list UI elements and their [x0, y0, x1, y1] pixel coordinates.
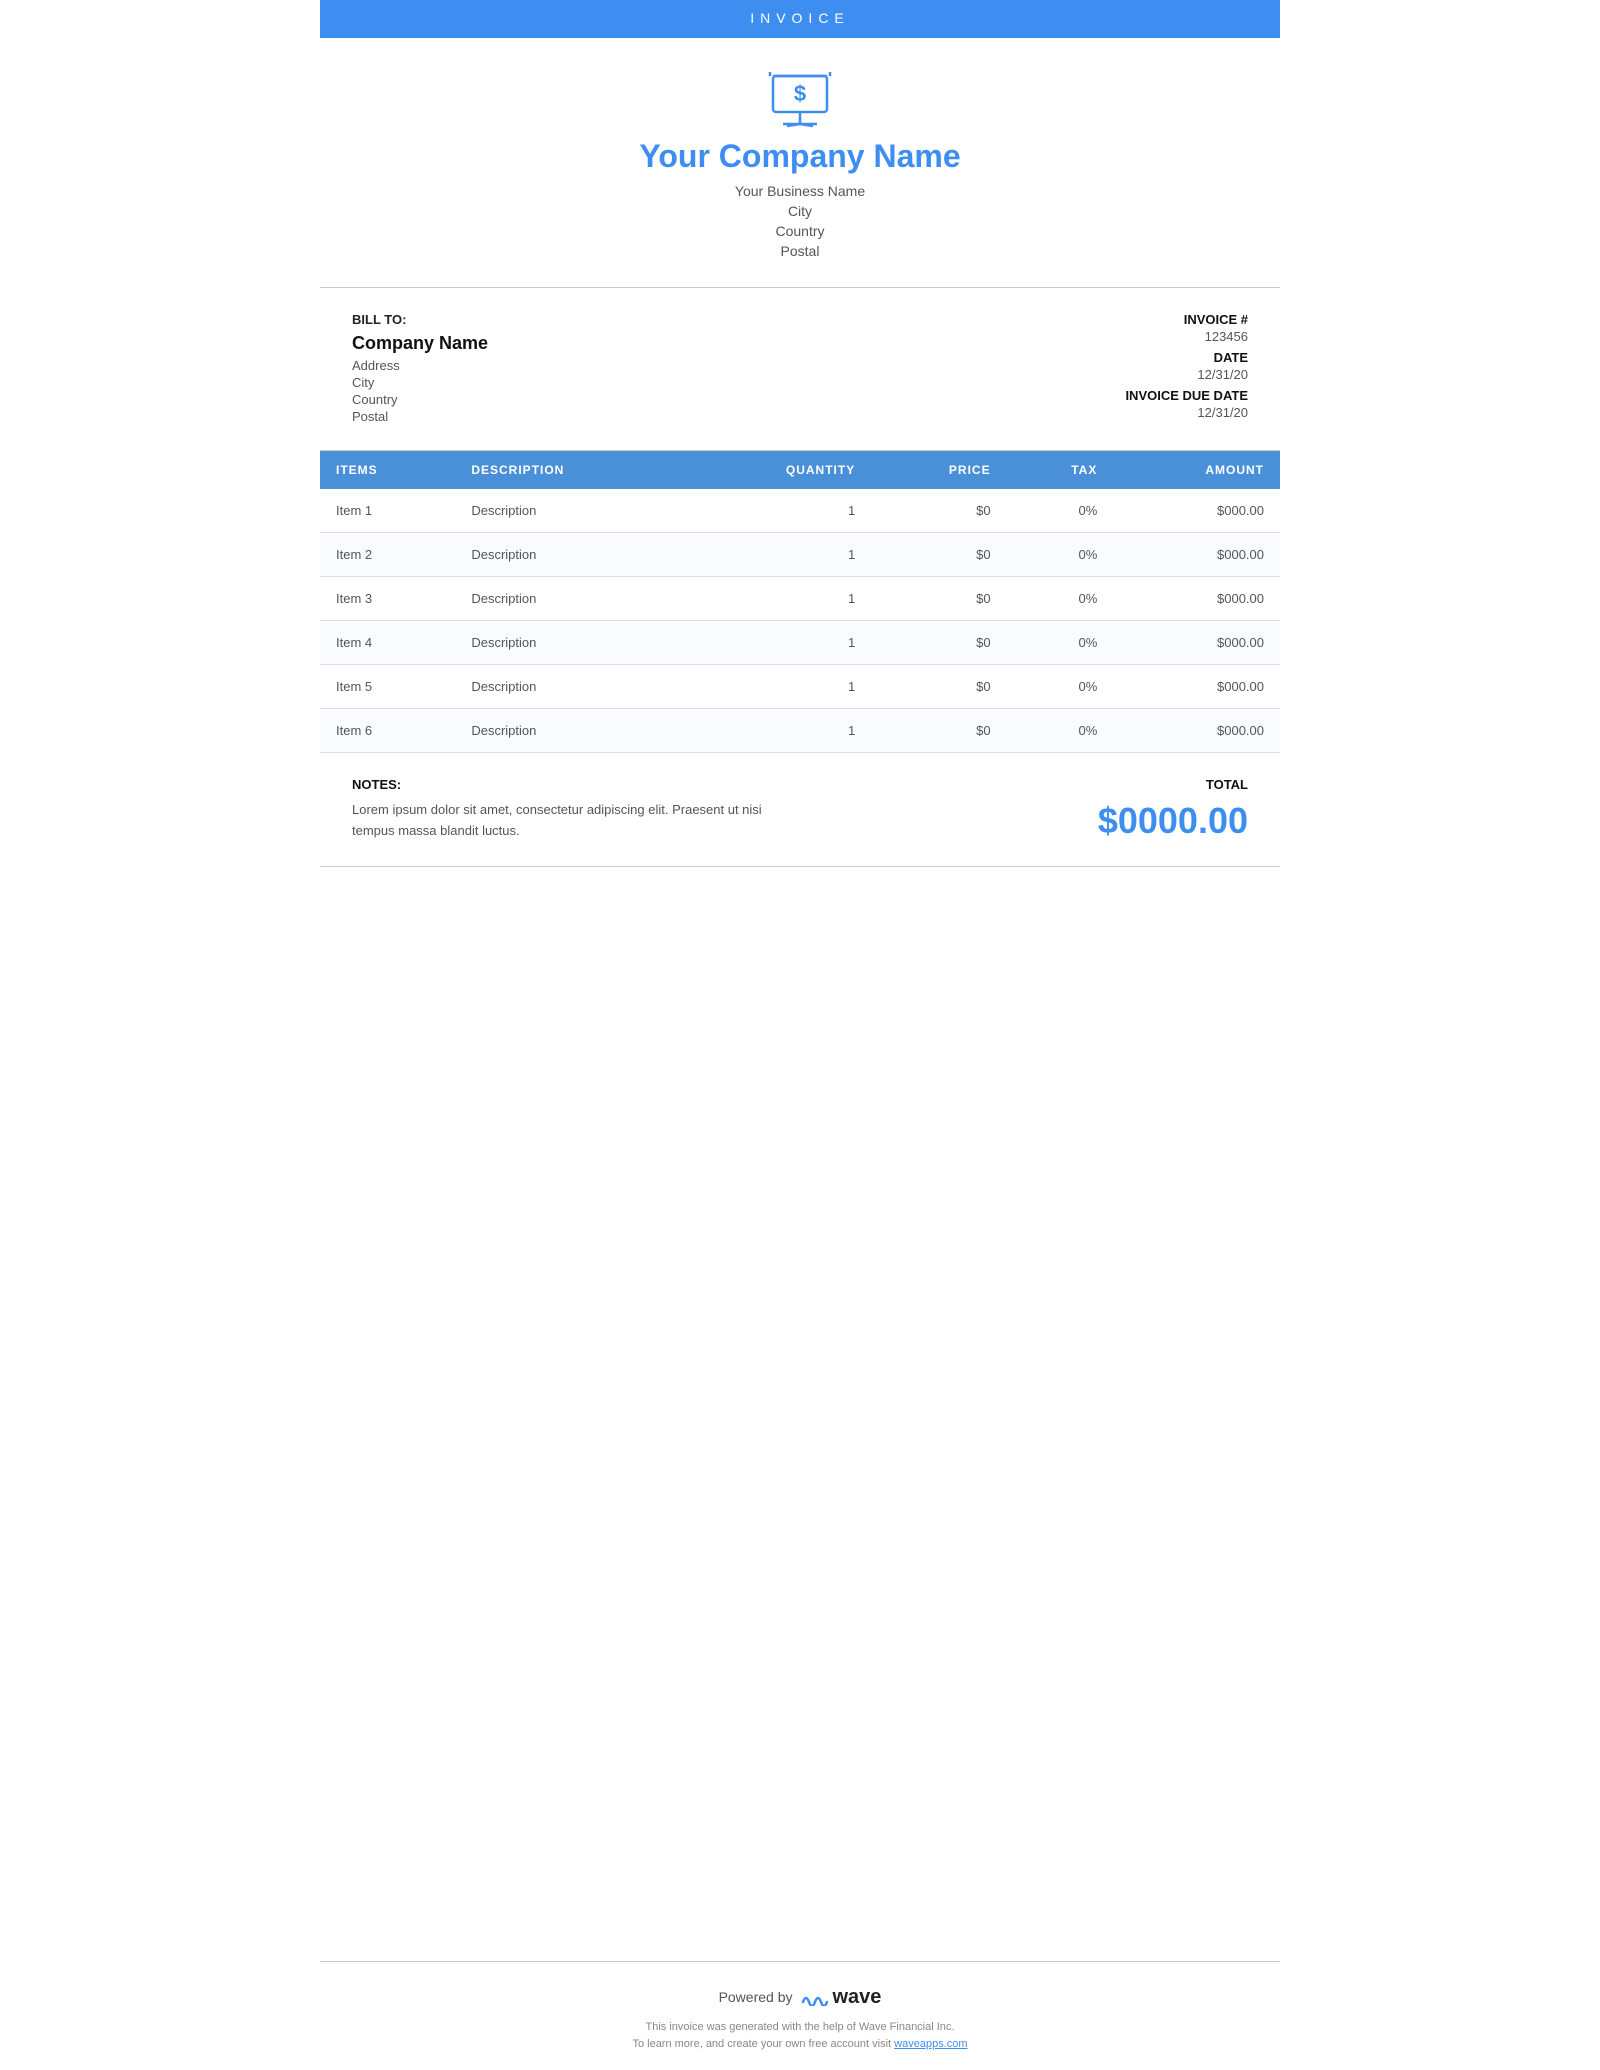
cell-amount: $000.00	[1113, 577, 1280, 621]
table-row: Item 5 Description 1 $0 0% $000.00	[320, 665, 1280, 709]
footer-small-text: This invoice was generated with the help…	[632, 2019, 967, 2054]
col-items: ITEMS	[320, 451, 455, 489]
col-tax: TAX	[1007, 451, 1114, 489]
cell-item: Item 6	[320, 709, 455, 753]
invoice-info-column: INVOICE # 123456 DATE 12/31/20 INVOICE D…	[1048, 312, 1248, 426]
wave-logo: wave	[801, 1986, 882, 2009]
items-table: ITEMS DESCRIPTION QUANTITY PRICE TAX AMO…	[320, 451, 1280, 753]
cell-description: Description	[455, 665, 685, 709]
cell-description: Description	[455, 621, 685, 665]
cell-quantity: 1	[685, 489, 871, 533]
notes-total-section: NOTES: Lorem ipsum dolor sit amet, conse…	[320, 753, 1280, 867]
invoice-num: 123456	[1048, 329, 1248, 344]
cell-quantity: 1	[685, 621, 871, 665]
cell-price: $0	[871, 489, 1006, 533]
cell-item: Item 5	[320, 665, 455, 709]
company-name: Your Company Name	[639, 138, 960, 175]
table-row: Item 4 Description 1 $0 0% $000.00	[320, 621, 1280, 665]
cell-price: $0	[871, 709, 1006, 753]
cell-amount: $000.00	[1113, 621, 1280, 665]
cell-description: Description	[455, 489, 685, 533]
company-logo-icon: $	[765, 68, 835, 128]
col-quantity: QUANTITY	[685, 451, 871, 489]
cell-description: Description	[455, 533, 685, 577]
business-name: Your Business Name	[735, 183, 865, 199]
cell-amount: $000.00	[1113, 665, 1280, 709]
cell-tax: 0%	[1007, 621, 1114, 665]
invoice-due-date: 12/31/20	[1048, 405, 1248, 420]
company-postal: Postal	[781, 243, 820, 259]
bill-to-column: BILL TO: Company Name Address City Count…	[352, 312, 1048, 426]
invoice-label: INVOICE	[750, 10, 850, 26]
cell-item: Item 4	[320, 621, 455, 665]
cell-tax: 0%	[1007, 577, 1114, 621]
client-country: Country	[352, 392, 1048, 407]
client-address: Address	[352, 358, 1048, 373]
cell-quantity: 1	[685, 533, 871, 577]
bill-to-label: BILL TO:	[352, 312, 1048, 327]
company-header: $ Your Company Name Your Business Name C…	[320, 38, 1280, 288]
cell-item: Item 2	[320, 533, 455, 577]
cell-quantity: 1	[685, 577, 871, 621]
cell-price: $0	[871, 665, 1006, 709]
total-column: TOTAL $0000.00	[1048, 777, 1248, 842]
cell-amount: $000.00	[1113, 533, 1280, 577]
footer-text1: This invoice was generated with the help…	[646, 2021, 955, 2033]
wave-logo-icon	[801, 1988, 829, 2006]
due-date-label: INVOICE DUE DATE	[1048, 388, 1248, 403]
cell-amount: $000.00	[1113, 489, 1280, 533]
cell-quantity: 1	[685, 665, 871, 709]
client-postal: Postal	[352, 409, 1048, 424]
company-city: City	[788, 203, 812, 219]
table-header: ITEMS DESCRIPTION QUANTITY PRICE TAX AMO…	[320, 451, 1280, 489]
cell-item: Item 3	[320, 577, 455, 621]
table-row: Item 2 Description 1 $0 0% $000.00	[320, 533, 1280, 577]
cell-tax: 0%	[1007, 709, 1114, 753]
col-price: PRICE	[871, 451, 1006, 489]
client-city: City	[352, 375, 1048, 390]
billing-section: BILL TO: Company Name Address City Count…	[320, 288, 1280, 451]
powered-by: Powered by wave	[719, 1986, 882, 2009]
table-row: Item 6 Description 1 $0 0% $000.00	[320, 709, 1280, 753]
wave-logo-text: wave	[833, 1986, 882, 2009]
cell-item: Item 1	[320, 489, 455, 533]
cell-description: Description	[455, 577, 685, 621]
footer-link[interactable]: waveapps.com	[894, 2038, 967, 2050]
cell-amount: $000.00	[1113, 709, 1280, 753]
notes-label: NOTES:	[352, 777, 1048, 792]
cell-quantity: 1	[685, 709, 871, 753]
table-row: Item 3 Description 1 $0 0% $000.00	[320, 577, 1280, 621]
svg-text:$: $	[794, 81, 806, 106]
top-bar: INVOICE	[320, 0, 1280, 38]
company-country: Country	[775, 223, 824, 239]
cell-price: $0	[871, 533, 1006, 577]
powered-by-label: Powered by	[719, 1989, 793, 2005]
footer-text2: To learn more, and create your own free …	[632, 2038, 891, 2050]
client-name: Company Name	[352, 333, 1048, 354]
notes-column: NOTES: Lorem ipsum dolor sit amet, conse…	[352, 777, 1048, 842]
cell-tax: 0%	[1007, 665, 1114, 709]
notes-text: Lorem ipsum dolor sit amet, consectetur …	[352, 800, 772, 842]
table-row: Item 1 Description 1 $0 0% $000.00	[320, 489, 1280, 533]
col-description: DESCRIPTION	[455, 451, 685, 489]
cell-price: $0	[871, 621, 1006, 665]
footer: Powered by wave This invoice was generat…	[320, 1961, 1280, 2070]
cell-price: $0	[871, 577, 1006, 621]
cell-tax: 0%	[1007, 489, 1114, 533]
col-amount: AMOUNT	[1113, 451, 1280, 489]
invoice-date: 12/31/20	[1048, 367, 1248, 382]
cell-tax: 0%	[1007, 533, 1114, 577]
total-amount: $0000.00	[1048, 800, 1248, 842]
total-label: TOTAL	[1048, 777, 1248, 792]
date-label: DATE	[1048, 350, 1248, 365]
cell-description: Description	[455, 709, 685, 753]
invoice-num-label: INVOICE #	[1048, 312, 1248, 327]
